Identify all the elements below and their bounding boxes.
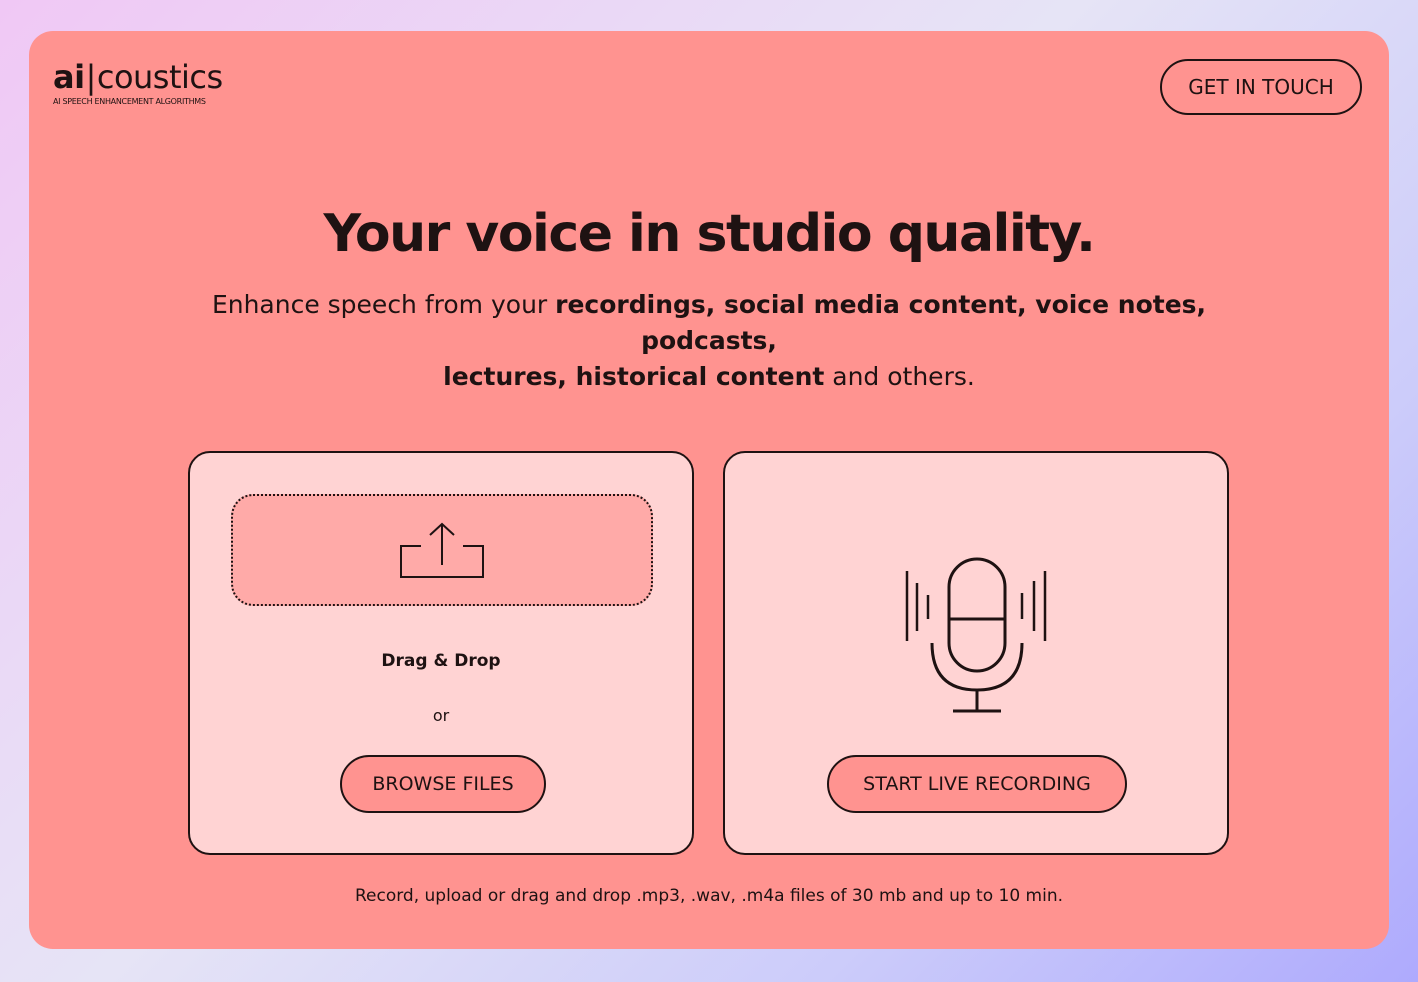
- or-label: or: [432, 706, 450, 725]
- browse-files-button[interactable]: BROWSE FILES: [340, 755, 546, 813]
- upload-panel: Drag & Drop or BROWSE FILES: [188, 451, 694, 855]
- start-live-recording-button[interactable]: START LIVE RECORDING: [827, 755, 1127, 813]
- hero-uses-line2: lectures, historical content: [443, 362, 825, 391]
- hero-outro: and others.: [824, 362, 975, 391]
- hero-description: Enhance speech from your recordings, soc…: [159, 287, 1259, 395]
- logo-coustics: coustics: [96, 58, 223, 96]
- brand-logo[interactable]: ai|coustics AI SPEECH ENHANCEMENT ALGORI…: [53, 59, 243, 107]
- upload-icon: [400, 522, 484, 578]
- logo-separator: |: [85, 58, 97, 96]
- microphone-icon: [905, 557, 1047, 713]
- logo-wordmark: ai|coustics: [53, 59, 243, 95]
- page-title: Your voice in studio quality.: [323, 204, 1096, 264]
- hero-intro: Enhance speech from your: [211, 290, 556, 319]
- logo-tagline: AI SPEECH ENHANCEMENT ALGORITHMS: [53, 97, 206, 106]
- logo-ai: ai: [53, 58, 85, 96]
- main-card: ai|coustics AI SPEECH ENHANCEMENT ALGORI…: [29, 31, 1389, 949]
- hero-uses-line1: recordings, social media content, voice …: [555, 290, 1207, 355]
- get-in-touch-button[interactable]: GET IN TOUCH: [1160, 59, 1362, 115]
- record-panel: START LIVE RECORDING: [723, 451, 1229, 855]
- drag-drop-label: Drag & Drop: [381, 651, 501, 671]
- file-requirements-note: Record, upload or drag and drop .mp3, .w…: [354, 886, 1064, 906]
- file-dropzone[interactable]: [231, 494, 653, 606]
